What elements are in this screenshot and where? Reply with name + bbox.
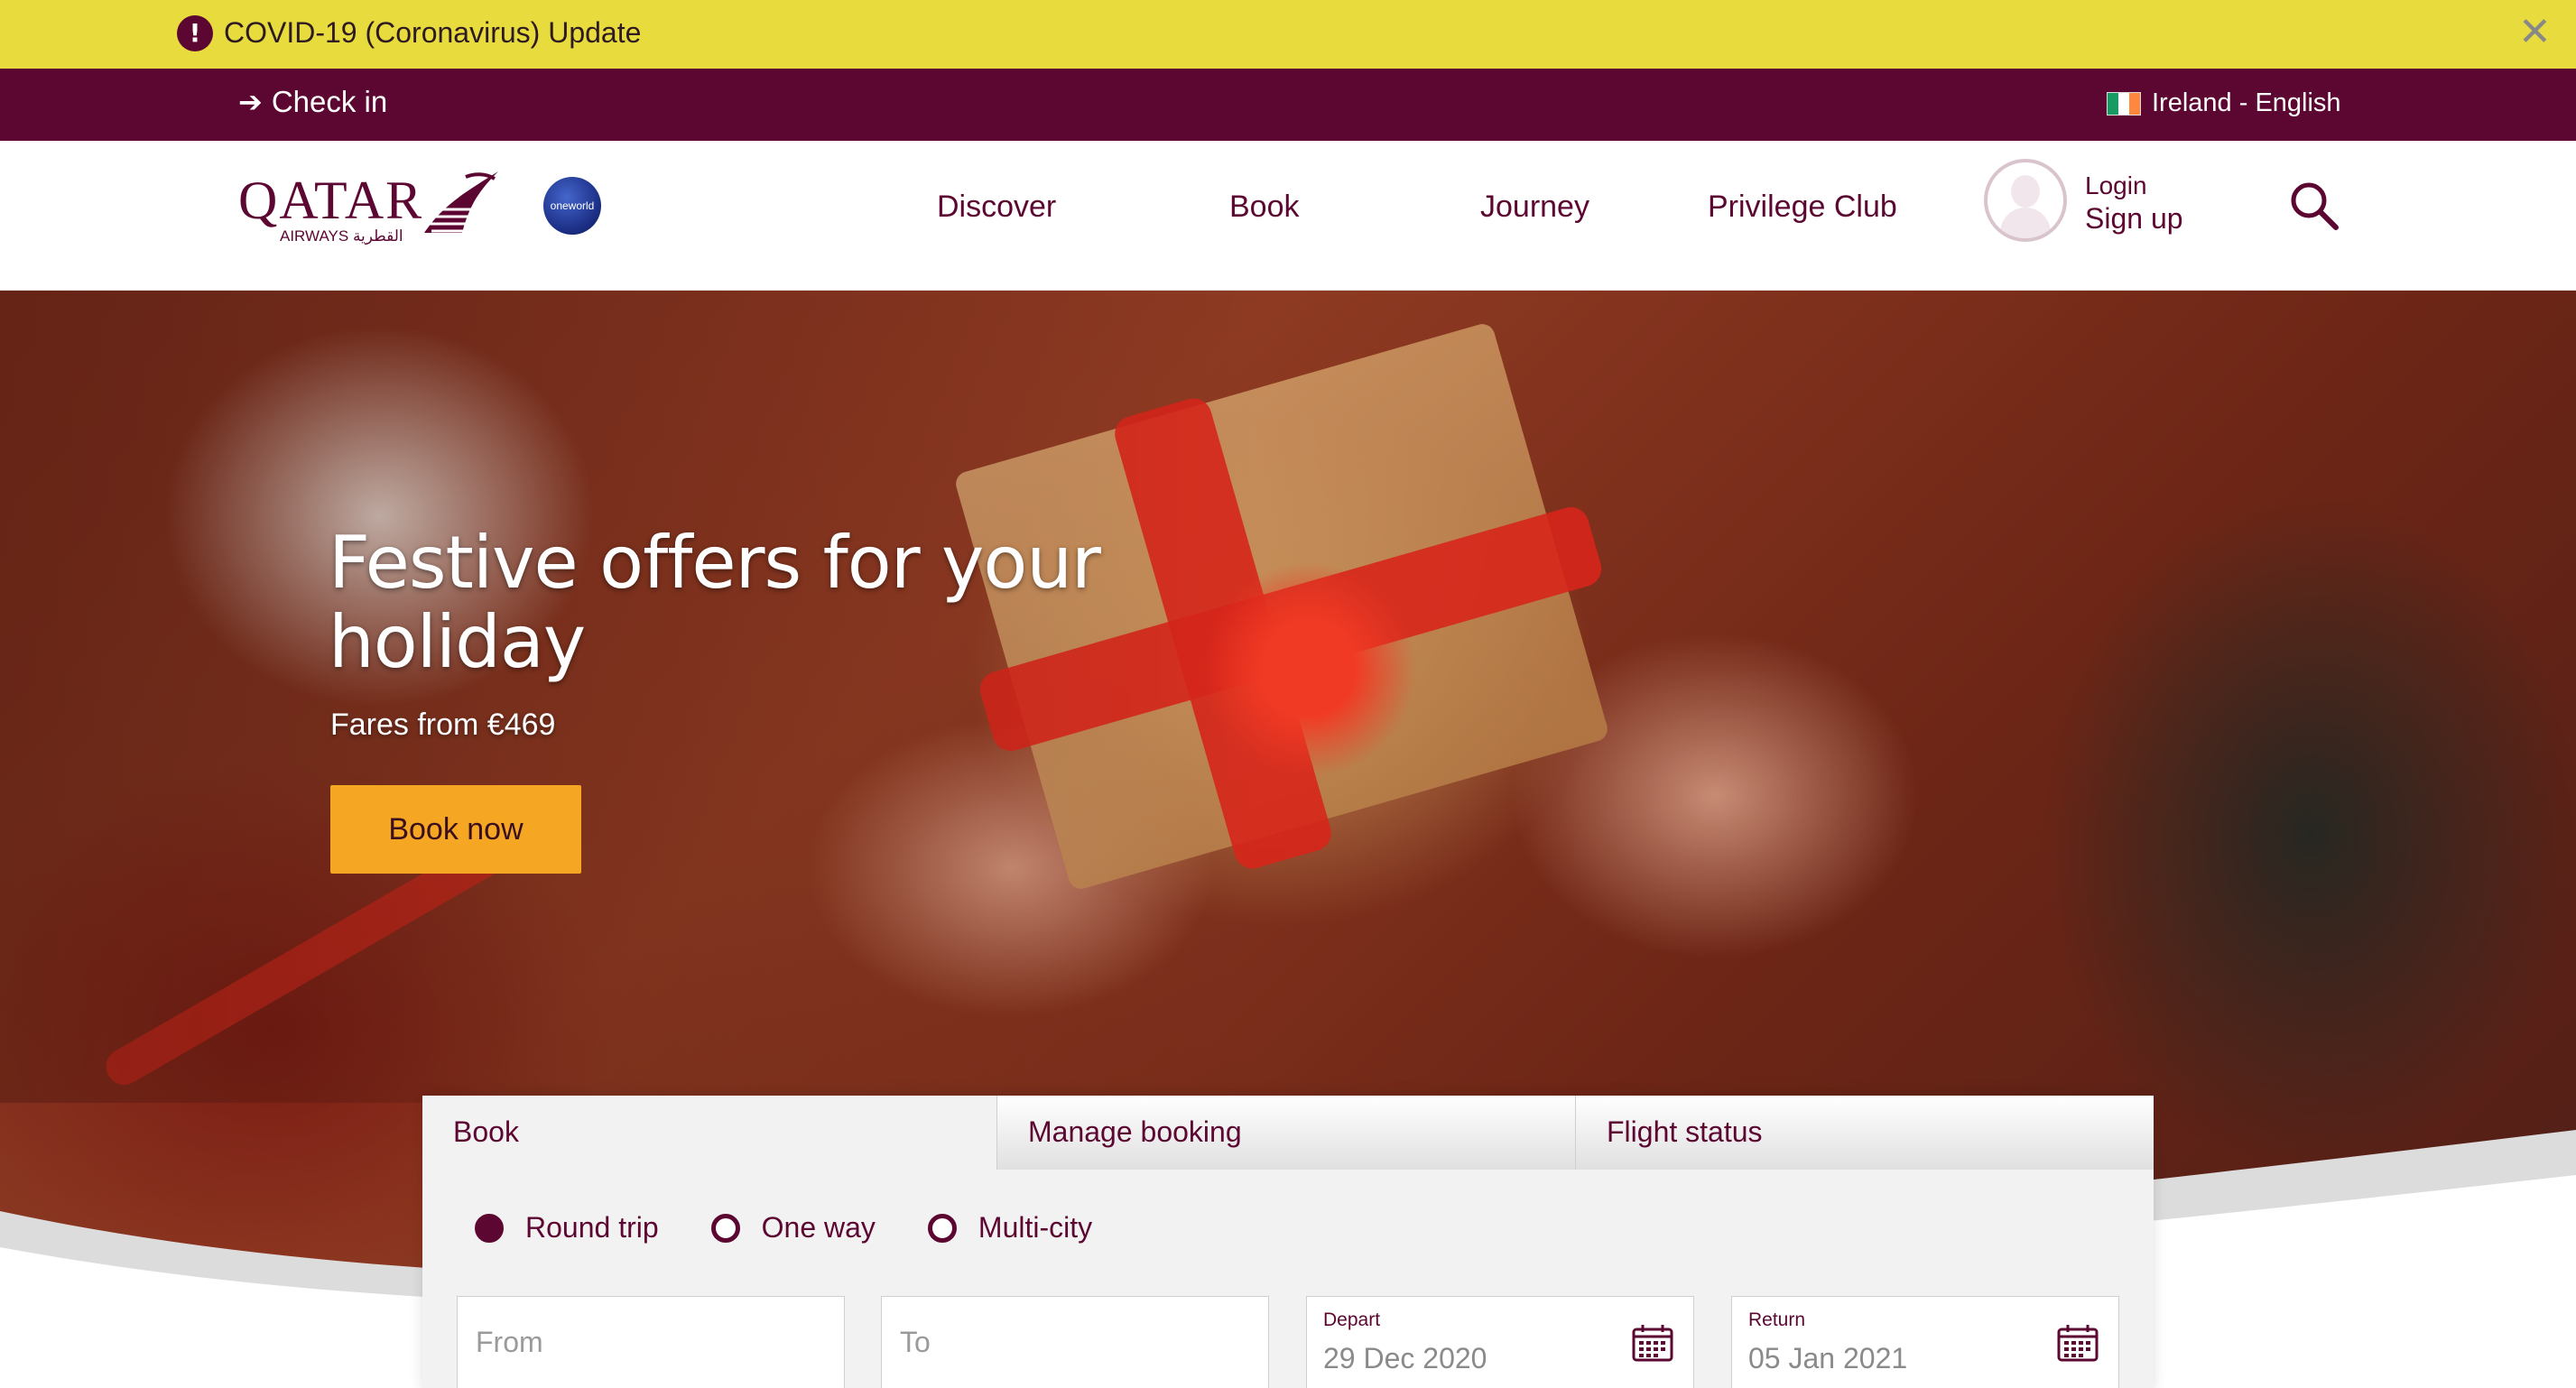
one-way-radio[interactable]: One way <box>710 1211 876 1245</box>
nav-privilege-club[interactable]: Privilege Club <box>1708 190 1897 225</box>
calendar-icon[interactable] <box>2057 1324 2099 1362</box>
logo-wordmark: QATAR <box>238 171 424 230</box>
check-in-link[interactable]: ➔ Check in <box>238 85 387 119</box>
locale-selector[interactable]: Ireland - English <box>2107 88 2341 118</box>
login-link[interactable]: Login <box>2085 171 2183 200</box>
depart-date-field[interactable]: Depart 29 Dec 2020 <box>1306 1296 1694 1388</box>
check-in-label: Check in <box>271 85 388 118</box>
qatar-logo[interactable]: QATAR AIRWAYS القطرية <box>238 170 500 260</box>
warning-icon: ! <box>177 15 213 51</box>
radio-selected-icon <box>475 1213 504 1243</box>
signup-link[interactable]: Sign up <box>2085 202 2183 236</box>
from-field[interactable]: From <box>457 1296 845 1388</box>
hero-title: Festive offers for your holiday <box>329 521 1101 684</box>
radio-unselected-icon <box>710 1213 740 1243</box>
to-placeholder: To <box>900 1326 931 1358</box>
depart-label: Depart <box>1323 1309 1381 1330</box>
booking-tabs: Book Manage booking Flight status <box>422 1096 2154 1170</box>
tab-flight-status[interactable]: Flight status <box>1575 1096 2154 1170</box>
logo-subtitle: AIRWAYS القطرية <box>280 227 403 245</box>
trip-type-options: Round trip One way Multi-city <box>475 1211 1092 1245</box>
round-trip-label: Round trip <box>525 1211 659 1244</box>
multi-city-label: Multi-city <box>978 1211 1093 1244</box>
multi-city-radio[interactable]: Multi-city <box>927 1211 1093 1245</box>
oneworld-logo[interactable]: oneworld <box>543 177 601 235</box>
to-field[interactable]: To <box>881 1296 1269 1388</box>
from-placeholder: From <box>476 1326 543 1358</box>
oryx-icon <box>424 171 498 233</box>
calendar-icon[interactable] <box>1632 1324 1673 1362</box>
round-trip-radio[interactable]: Round trip <box>475 1211 659 1245</box>
tab-book[interactable]: Book <box>422 1096 996 1170</box>
user-avatar-icon[interactable] <box>1984 159 2067 242</box>
utility-bar: ➔ Check in Ireland - English <box>0 69 2576 141</box>
return-value: 05 Jan 2021 <box>1748 1342 1908 1374</box>
search-icon[interactable] <box>2287 179 2341 233</box>
main-navigation: QATAR AIRWAYS القطرية oneworld Discover … <box>0 141 2576 291</box>
ireland-flag-icon <box>2107 91 2141 116</box>
covid-banner-link[interactable]: COVID-19 (Coronavirus) Update <box>224 16 641 50</box>
nav-book[interactable]: Book <box>1229 190 1300 225</box>
locale-label: Ireland - English <box>2152 88 2341 117</box>
arrow-right-icon: ➔ <box>238 85 263 119</box>
nav-discover[interactable]: Discover <box>937 190 1056 225</box>
depart-value: 29 Dec 2020 <box>1323 1342 1487 1374</box>
tab-manage-booking[interactable]: Manage booking <box>996 1096 1575 1170</box>
nav-journey[interactable]: Journey <box>1480 190 1589 225</box>
return-label: Return <box>1748 1309 1806 1330</box>
one-way-label: One way <box>761 1211 876 1244</box>
close-icon[interactable]: ✕ <box>2518 9 2552 55</box>
radio-unselected-icon <box>927 1213 957 1243</box>
covid-banner[interactable]: ! COVID-19 (Coronavirus) Update ✕ <box>0 0 2576 69</box>
book-now-button[interactable]: Book now <box>330 785 581 874</box>
booking-widget: Book Manage booking Flight status Round … <box>422 1096 2154 1388</box>
hero-subtitle: Fares from €469 <box>330 708 556 742</box>
account-links: Login Sign up <box>2085 171 2183 236</box>
return-date-field[interactable]: Return 05 Jan 2021 <box>1731 1296 2119 1388</box>
